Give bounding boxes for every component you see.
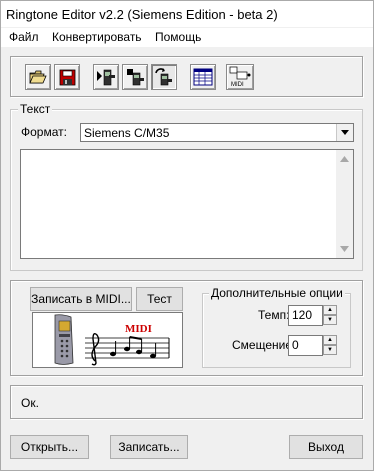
ringtone-text-area[interactable] [20, 149, 354, 259]
open-toolbar-button[interactable] [25, 64, 51, 90]
midi-toolbar-button[interactable]: MIDI [226, 64, 254, 90]
chevron-down-icon [341, 130, 349, 135]
app-window: Ringtone Editor v2.2 (Siemens Edition - … [0, 0, 374, 471]
save-button[interactable]: Записать... [110, 435, 188, 459]
title-bar: Ringtone Editor v2.2 (Siemens Edition - … [1, 1, 373, 27]
spreadsheet-icon [193, 68, 213, 86]
exit-button[interactable]: Выход [289, 435, 363, 459]
phone-out-toolbar-button[interactable] [122, 64, 148, 90]
format-dropdown-button[interactable] [336, 124, 353, 141]
status-panel: Ок. [10, 385, 363, 419]
midi-banner-text: MIDI [125, 323, 152, 335]
offset-label: Смещение: [232, 338, 296, 352]
menu-help[interactable]: Помощь [155, 30, 201, 44]
offset-field[interactable]: 0 [288, 335, 323, 356]
menu-convert[interactable]: Конвертировать [52, 30, 142, 44]
open-folder-icon [29, 70, 47, 84]
tempo-label: Темп: [258, 308, 290, 322]
phone-sync-toolbar-button[interactable] [151, 64, 177, 90]
window-title: Ringtone Editor v2.2 (Siemens Edition - … [6, 7, 278, 22]
phone-music-image: MIDI [54, 314, 170, 366]
text-scrollbar[interactable] [336, 150, 353, 258]
scroll-up-icon[interactable] [340, 156, 349, 162]
offset-value: 0 [292, 338, 299, 352]
phone-out-icon [127, 69, 144, 86]
phone-sync-icon [155, 68, 172, 86]
status-text: Ок. [21, 396, 39, 410]
format-select[interactable]: Siemens C/M35 [80, 123, 354, 142]
tempo-value: 120 [292, 308, 313, 322]
text-group-label: Текст [18, 102, 53, 116]
spreadsheet-toolbar-button[interactable] [190, 64, 216, 90]
save-toolbar-button[interactable] [54, 64, 80, 90]
midi-banner: MIDI [32, 312, 183, 368]
offset-down-button[interactable]: ▼ [323, 345, 337, 355]
tempo-up-button[interactable]: ▲ [323, 305, 337, 315]
menu-bar: Файл Конвертировать Помощь [1, 28, 373, 47]
midi-icon-text: MIDI [231, 82, 244, 88]
format-select-value: Siemens C/M35 [84, 126, 170, 140]
phone-in-icon [97, 69, 115, 86]
midi-icon: MIDI [229, 66, 251, 88]
tempo-down-button[interactable]: ▼ [323, 315, 337, 325]
menu-file[interactable]: Файл [9, 30, 39, 44]
test-button[interactable]: Тест [136, 287, 183, 311]
tempo-field[interactable]: 120 [288, 305, 323, 326]
record-midi-button[interactable]: Записать в MIDI... [30, 287, 132, 311]
open-button[interactable]: Открыть... [10, 435, 89, 459]
save-disk-icon [59, 69, 75, 85]
scroll-down-icon[interactable] [340, 246, 349, 252]
offset-up-button[interactable]: ▲ [323, 335, 337, 345]
phone-in-toolbar-button[interactable] [93, 64, 119, 90]
options-group-label: Дополнительные опции [209, 286, 345, 300]
format-label: Формат: [21, 125, 67, 139]
